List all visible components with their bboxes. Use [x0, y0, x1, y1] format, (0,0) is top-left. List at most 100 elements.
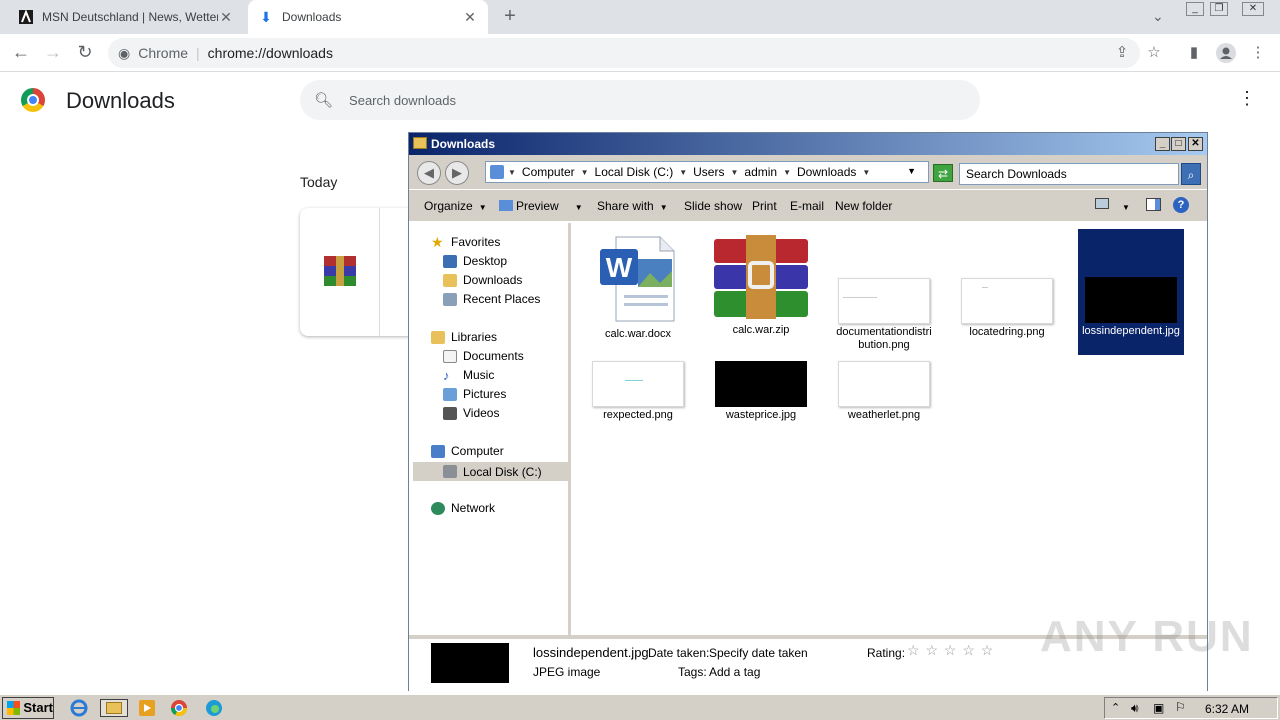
- action-center-flag-icon[interactable]: ⚐: [1175, 700, 1186, 714]
- back-button[interactable]: ◀: [417, 161, 441, 185]
- search-icon[interactable]: ⌕: [1181, 163, 1201, 185]
- breadcrumb-downloads[interactable]: Downloads: [797, 165, 856, 179]
- command-bar: Organize ▼ Preview ▼ Share with ▼ Slide sho…: [409, 189, 1207, 221]
- profile-avatar-icon[interactable]: [1216, 43, 1236, 63]
- chevron-down-icon[interactable]: ⌄: [1152, 8, 1164, 25]
- share-with-button[interactable]: Share with ▼: [597, 199, 668, 213]
- views-icon[interactable]: [1095, 198, 1109, 212]
- restore-button[interactable]: ❐: [1210, 2, 1228, 16]
- email-button[interactable]: E-mail: [790, 199, 824, 213]
- clock[interactable]: 6:32 AM: [1205, 702, 1249, 716]
- file-item[interactable]: locatedring.png: [957, 278, 1057, 339]
- tab-msn[interactable]: MSN Deutschland | News, Wetter, St ✕: [8, 0, 244, 34]
- minimize-button[interactable]: _: [1155, 137, 1170, 151]
- back-button[interactable]: ←: [10, 42, 32, 64]
- breadcrumb-users[interactable]: Users: [693, 165, 724, 179]
- nav-recent-places[interactable]: Recent Places: [443, 292, 540, 306]
- address-bar[interactable]: ◉ Chrome | chrome://downloads: [108, 38, 1140, 68]
- preview-label: Preview: [516, 199, 559, 213]
- chevron-down-icon[interactable]: ▼: [783, 168, 791, 177]
- reload-button[interactable]: ↻: [74, 42, 96, 64]
- print-button[interactable]: Print: [752, 199, 777, 213]
- file-item[interactable]: documentationdistribution.png: [834, 278, 934, 352]
- file-item[interactable]: weatherlet.png: [834, 361, 934, 422]
- new-folder-button[interactable]: New folder: [835, 199, 892, 213]
- nav-videos[interactable]: Videos: [443, 406, 499, 420]
- maximize-button[interactable]: □: [1171, 137, 1186, 151]
- image-thumbnail: [592, 361, 684, 407]
- chevron-down-icon[interactable]: ▼: [581, 168, 589, 177]
- chrome-taskbar-icon[interactable]: [170, 699, 190, 717]
- share-icon[interactable]: ⇪: [1112, 43, 1132, 63]
- file-name: rexpected.png: [603, 409, 673, 421]
- nav-local-disk[interactable]: Local Disk (C:): [413, 462, 568, 481]
- rating-stars[interactable]: ☆ ☆ ☆ ☆ ☆: [907, 642, 994, 659]
- nav-pictures[interactable]: Pictures: [443, 387, 506, 401]
- help-icon[interactable]: ?: [1173, 197, 1189, 213]
- date-taken-field[interactable]: Specify date taken: [709, 646, 808, 660]
- organize-button[interactable]: Organize ▼: [424, 199, 487, 213]
- nav-favorites[interactable]: ★ Favorites: [431, 235, 501, 250]
- nav-music[interactable]: ♪ Music: [443, 368, 494, 382]
- chevron-down-icon[interactable]: ▼: [862, 168, 870, 177]
- start-button[interactable]: Start: [2, 697, 54, 719]
- forward-button[interactable]: ▶: [445, 161, 469, 185]
- date-section-label: Today: [300, 174, 338, 190]
- file-item[interactable]: W calc.war.docx: [588, 235, 688, 341]
- more-actions-icon[interactable]: ⋮: [1238, 88, 1256, 109]
- tab-downloads[interactable]: ⬇ Downloads ✕: [248, 0, 488, 34]
- nav-documents[interactable]: Documents: [443, 349, 524, 363]
- tags-field[interactable]: Add a tag: [709, 665, 760, 679]
- image-thumbnail: [715, 361, 807, 407]
- nav-network[interactable]: Network: [431, 501, 495, 515]
- volume-icon[interactable]: 🔊︎: [1131, 701, 1139, 716]
- kebab-menu-icon[interactable]: ⋮: [1248, 43, 1268, 63]
- explorer-titlebar[interactable]: Downloads _ □ ✕: [409, 133, 1207, 155]
- nav-desktop[interactable]: Desktop: [443, 254, 507, 268]
- breadcrumb-admin[interactable]: admin: [744, 165, 777, 179]
- pictures-icon: [443, 387, 457, 401]
- explorer-search-input[interactable]: Search Downloads: [959, 163, 1179, 185]
- file-item[interactable]: rexpected.png: [588, 361, 688, 422]
- downloads-search-input[interactable]: 🔍︎ Search downloads: [300, 80, 980, 120]
- breadcrumb[interactable]: ▼ Computer ▼ Local Disk (C:) ▼ Users ▼ a…: [485, 161, 929, 183]
- close-window-button[interactable]: ✕: [1242, 2, 1264, 16]
- chevron-down-icon[interactable]: ▼: [1122, 199, 1130, 213]
- file-name: calc.war.docx: [604, 328, 672, 340]
- address-dropdown-icon[interactable]: ▼: [907, 166, 916, 176]
- side-panel-icon[interactable]: ▮: [1184, 43, 1204, 63]
- internet-explorer-icon[interactable]: [70, 699, 90, 717]
- nav-label: Favorites: [451, 235, 501, 249]
- new-tab-button[interactable]: +: [498, 5, 522, 29]
- chevron-down-icon[interactable]: ▼: [508, 168, 516, 177]
- file-item-selected[interactable]: lossindependent.jpg: [1078, 229, 1184, 355]
- computer-icon: [431, 444, 445, 458]
- bookmark-star-icon[interactable]: ☆: [1144, 43, 1164, 63]
- close-button[interactable]: ✕: [1188, 137, 1203, 151]
- breadcrumb-local-disk[interactable]: Local Disk (C:): [595, 165, 674, 179]
- refresh-icon[interactable]: ⇄: [933, 164, 953, 182]
- network-tray-icon[interactable]: ▣: [1153, 701, 1164, 715]
- media-player-icon[interactable]: [138, 699, 158, 717]
- breadcrumb-computer[interactable]: Computer: [522, 165, 575, 179]
- nav-libraries[interactable]: Libraries: [431, 330, 497, 344]
- image-thumbnail: [961, 278, 1053, 324]
- chevron-down-icon[interactable]: ▼: [679, 168, 687, 177]
- nav-computer[interactable]: Computer: [431, 444, 504, 458]
- tray-expand-icon[interactable]: ⌃: [1111, 701, 1120, 714]
- close-icon[interactable]: ✕: [218, 9, 234, 26]
- minimize-button[interactable]: _: [1186, 2, 1204, 16]
- forward-button[interactable]: →: [42, 42, 64, 64]
- nav-downloads[interactable]: Downloads: [443, 273, 522, 287]
- file-item[interactable]: wasteprice.jpg: [711, 361, 811, 422]
- file-item[interactable]: calc.war.zip: [711, 235, 811, 337]
- preview-button[interactable]: Preview ▼: [499, 199, 583, 213]
- edge-icon[interactable]: [205, 699, 225, 717]
- chevron-down-icon[interactable]: ▼: [730, 168, 738, 177]
- close-icon[interactable]: ✕: [462, 9, 478, 26]
- preview-pane-icon[interactable]: [1146, 198, 1161, 214]
- slide-show-button[interactable]: Slide show: [684, 199, 742, 213]
- details-filetype: JPEG image: [533, 665, 601, 679]
- explorer-taskbar-button[interactable]: [100, 699, 128, 717]
- organize-label: Organize: [424, 199, 473, 213]
